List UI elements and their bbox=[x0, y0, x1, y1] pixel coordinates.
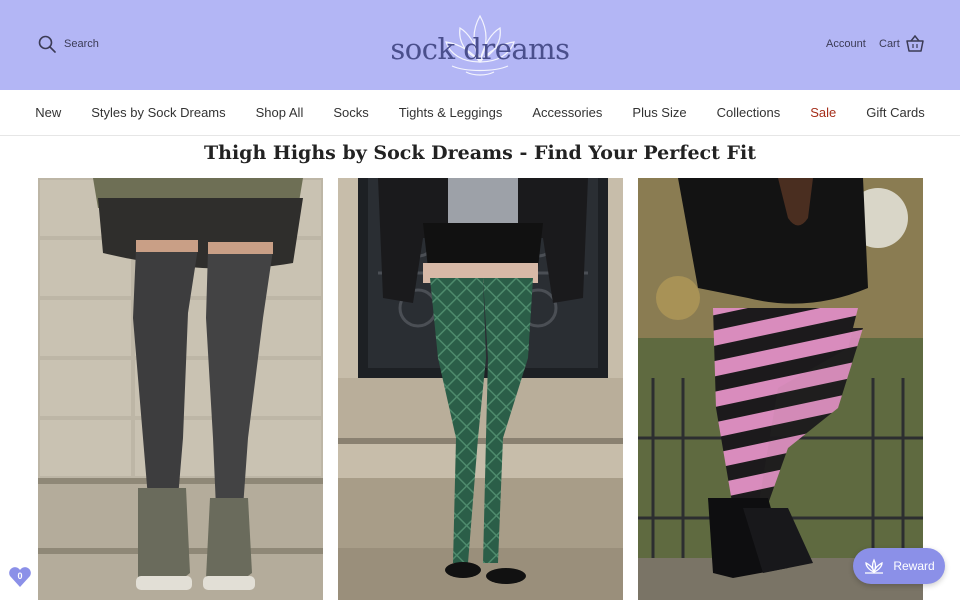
nav-item-collections[interactable]: Collections bbox=[717, 105, 781, 120]
search-button[interactable]: Search bbox=[38, 35, 99, 53]
reward-button[interactable]: Reward bbox=[853, 548, 945, 584]
nav-item-styles[interactable]: Styles by Sock Dreams bbox=[91, 105, 225, 120]
nav-item-new[interactable]: New bbox=[35, 105, 61, 120]
product-image bbox=[638, 178, 923, 600]
reward-label: Reward bbox=[893, 559, 935, 573]
cart-button[interactable]: Cart bbox=[879, 35, 924, 53]
wishlist-count: 0 bbox=[17, 571, 23, 581]
site-logo[interactable]: sock dreams bbox=[380, 10, 580, 80]
nav-item-accessories[interactable]: Accessories bbox=[532, 105, 602, 120]
product-card-pink-stripes[interactable] bbox=[638, 178, 923, 600]
nav-item-socks[interactable]: Socks bbox=[333, 105, 368, 120]
product-image bbox=[38, 178, 323, 600]
gift-icon bbox=[865, 558, 884, 574]
site-header: Search sock dreams Account Cart bbox=[0, 0, 960, 90]
product-image bbox=[338, 178, 623, 600]
nav-item-gift-cards[interactable]: Gift Cards bbox=[866, 105, 925, 120]
nav-item-shop-all[interactable]: Shop All bbox=[256, 105, 304, 120]
logo-text: sock dreams bbox=[390, 32, 570, 66]
product-card-charcoal[interactable] bbox=[38, 178, 323, 600]
cart-label: Cart bbox=[879, 38, 900, 50]
main-nav: New Styles by Sock Dreams Shop All Socks… bbox=[0, 90, 960, 136]
account-link[interactable]: Account bbox=[826, 38, 866, 50]
page-title: Thigh Highs by Sock Dreams - Find Your P… bbox=[204, 142, 756, 164]
nav-item-sale[interactable]: Sale bbox=[810, 105, 836, 120]
basket-icon bbox=[906, 35, 924, 52]
search-icon bbox=[38, 35, 56, 53]
search-label: Search bbox=[64, 38, 99, 50]
nav-item-plus-size[interactable]: Plus Size bbox=[632, 105, 686, 120]
wishlist-button[interactable]: 0 bbox=[8, 566, 32, 588]
product-card-green-diamond[interactable] bbox=[338, 178, 623, 600]
nav-item-tights-leggings[interactable]: Tights & Leggings bbox=[399, 105, 503, 120]
